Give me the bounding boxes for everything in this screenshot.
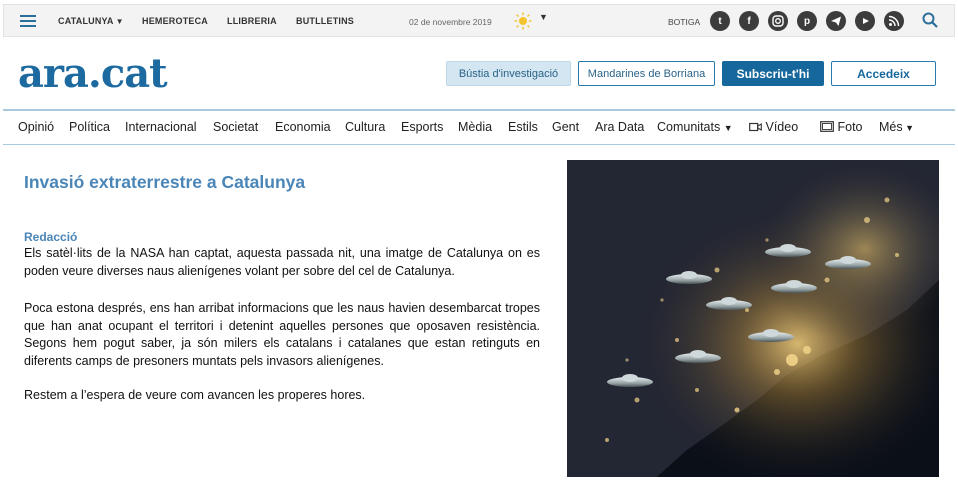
chevron-down-icon: ▼ (115, 17, 124, 26)
nav-item-media[interactable]: Mèdia (458, 120, 492, 134)
main-nav: Opinió Política Internacional Societat E… (0, 118, 958, 138)
top-bar: CATALUNYA ▼ HEMEROTECA LLIBRERIA BUTLLETI… (3, 4, 955, 37)
site-logo[interactable]: ara.cat (18, 50, 168, 98)
youtube-icon[interactable] (855, 11, 875, 31)
topic-button[interactable]: Mandarines de Borriana (578, 61, 715, 86)
article-paragraph: Restem a l’espera de veure com avancen l… (24, 388, 366, 402)
nav-item-label: Foto (837, 120, 863, 134)
top-link-catalunya[interactable]: CATALUNYA ▼ (58, 16, 124, 26)
nav-item-foto[interactable]: Foto (820, 120, 863, 134)
twitter-icon[interactable]: t (710, 11, 730, 31)
article-paragraph: Poca estona després, ens han arribat inf… (24, 301, 540, 368)
nav-item-video[interactable]: Vídeo (749, 120, 798, 134)
nav-item-label: Més (879, 120, 903, 134)
date-label: 02 de novembre 2019 (409, 17, 492, 27)
photo-icon (820, 121, 834, 132)
top-link-label: CATALUNYA (58, 16, 114, 26)
article-byline[interactable]: Redacció (24, 230, 77, 244)
chevron-down-icon[interactable]: ▼ (539, 12, 548, 22)
telegram-icon[interactable] (826, 11, 846, 31)
nav-item-label: Comunitats (657, 120, 721, 134)
article-title: Invasió extraterrestre a Catalunya (24, 172, 306, 192)
subscribe-button[interactable]: Subscriu-t'hi (722, 61, 824, 86)
top-link-butlletins[interactable]: BUTLLETINS (296, 16, 354, 26)
rss-icon[interactable] (884, 11, 904, 31)
nav-item-estils[interactable]: Estils (508, 120, 538, 134)
nav-item-politica[interactable]: Política (69, 120, 110, 134)
menu-icon[interactable] (20, 15, 36, 27)
nav-item-gent[interactable]: Gent (552, 120, 579, 134)
nav-item-esports[interactable]: Esports (401, 120, 443, 134)
chevron-down-icon: ▼ (723, 123, 733, 133)
nav-item-opinio[interactable]: Opinió (18, 120, 54, 134)
divider (3, 144, 955, 145)
facebook-icon[interactable]: f (739, 11, 759, 31)
investigation-button[interactable]: Bústia d'investigació (446, 61, 571, 86)
shop-link[interactable]: BOTIGA (668, 17, 700, 27)
weather-sun-icon[interactable] (514, 12, 532, 30)
article-photo (567, 160, 939, 477)
top-link-llibreria[interactable]: LLIBRERIA (227, 16, 277, 26)
nav-item-societat[interactable]: Societat (213, 120, 258, 134)
nav-item-label: Vídeo (765, 120, 799, 134)
top-link-hemeroteca[interactable]: HEMEROTECA (142, 16, 208, 26)
nav-item-mes[interactable]: Més ▼ (879, 120, 914, 134)
nav-item-cultura[interactable]: Cultura (345, 120, 385, 134)
article-paragraph: Els satèl·lits de la NASA han captat, aq… (24, 246, 540, 278)
pinterest-icon[interactable]: p (797, 11, 817, 31)
chevron-down-icon: ▼ (902, 123, 915, 133)
login-button[interactable]: Accedeix (831, 61, 936, 86)
nav-item-ara-data[interactable]: Ara Data (595, 120, 644, 134)
nav-item-comunitats[interactable]: Comunitats ▼ (657, 120, 733, 134)
instagram-icon[interactable] (768, 11, 788, 31)
video-camera-icon (749, 122, 762, 132)
search-icon[interactable] (921, 11, 939, 29)
nav-item-economia[interactable]: Economia (275, 120, 331, 134)
nav-item-internacional[interactable]: Internacional (125, 120, 197, 134)
divider (3, 109, 955, 111)
